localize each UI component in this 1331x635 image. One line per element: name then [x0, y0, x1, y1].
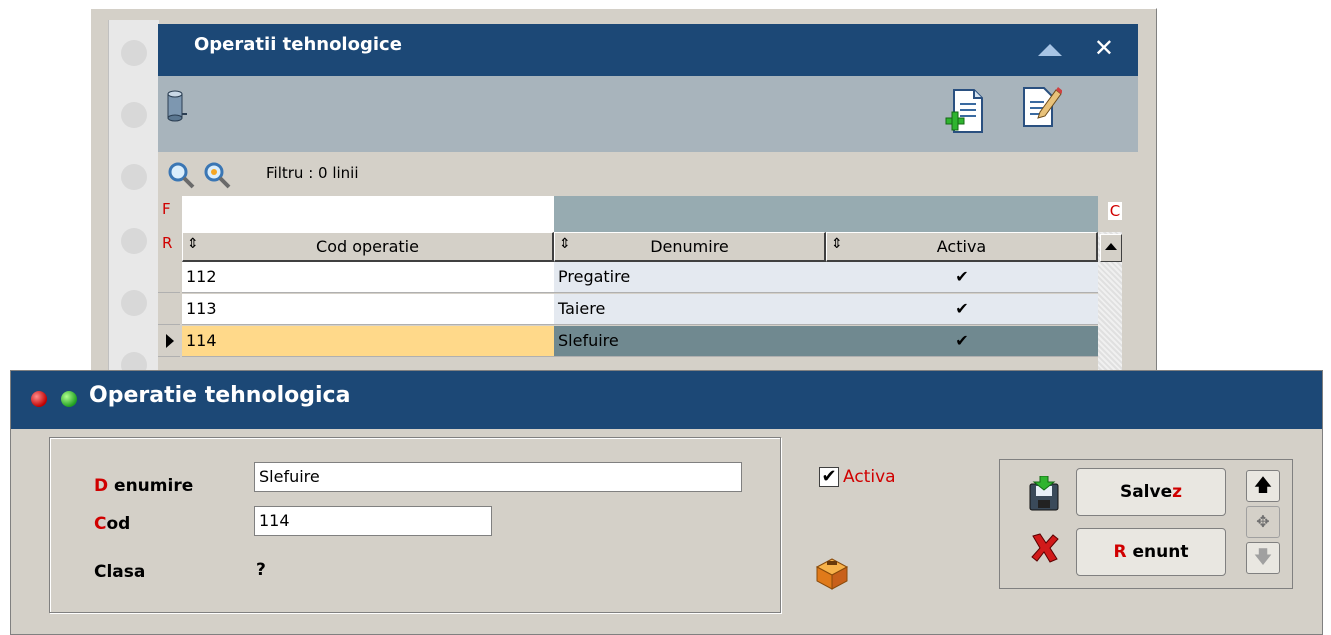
activa-label[interactable]: Activa [843, 467, 896, 487]
filter-status: Filtru : 0 linii [266, 164, 359, 182]
save-button[interactable]: Salvez [1076, 468, 1226, 516]
header-row-marker: R [162, 234, 173, 252]
edit-document-icon[interactable] [1020, 84, 1062, 128]
row-selector-current[interactable] [158, 326, 180, 357]
edit-dialog: Operatie tehnologica D enumire Slefuire … [10, 370, 1323, 635]
hotkey-letter: D [94, 476, 109, 496]
toolbox-icon[interactable] [813, 555, 851, 591]
toolbar [158, 76, 1138, 152]
window-titlebar[interactable]: Operatii tehnologice ✕ [158, 24, 1138, 76]
label-text: enumire [114, 476, 194, 496]
navigation-strip [108, 20, 159, 380]
cod-label: Cod [94, 514, 130, 534]
hotkey-letter: z [1172, 482, 1183, 502]
button-label: enunt [1132, 542, 1189, 562]
scroll-up-button[interactable] [1100, 234, 1122, 262]
dialog-title: Operatie tehnologica [89, 383, 351, 408]
hotkey-letter: R [1113, 542, 1127, 562]
columns-marker[interactable]: C [1108, 202, 1122, 220]
column-filter-cell[interactable] [826, 196, 1098, 232]
cell-activa[interactable]: ✔ [826, 262, 1098, 293]
filter-bar: Filtru : 0 linii [158, 152, 1138, 196]
save-icon [1029, 476, 1059, 511]
clasa-lookup[interactable]: ? [256, 560, 266, 580]
move-up-button[interactable]: 🡅 [1246, 470, 1280, 502]
column-filter-cell[interactable] [554, 196, 826, 232]
nav-circle-button[interactable] [121, 228, 147, 254]
cell-denumire[interactable]: Pregatire [554, 262, 826, 293]
button-label: Salve [1119, 482, 1173, 502]
column-filter-input[interactable] [182, 196, 554, 232]
arrow-up-icon [1105, 243, 1117, 250]
move-button[interactable]: ✥ [1246, 506, 1280, 538]
database-icon[interactable] [166, 88, 188, 122]
search-icon[interactable] [166, 160, 196, 190]
row-selector[interactable] [158, 294, 180, 325]
activa-checkbox[interactable]: ✔ [819, 467, 839, 487]
current-row-arrow-icon [166, 334, 174, 348]
close-icon[interactable]: ✕ [1094, 34, 1114, 62]
hotkey-letter: C [94, 514, 107, 534]
cell-denumire[interactable]: Taiere [554, 294, 826, 325]
cell-cod[interactable]: 113 [182, 294, 554, 325]
denumire-input[interactable]: Slefuire [254, 462, 742, 492]
cod-input[interactable]: 114 [254, 506, 492, 536]
label-text: od [106, 514, 131, 534]
cancel-button[interactable]: R enunt [1076, 528, 1226, 576]
cancel-x-icon [1031, 533, 1059, 563]
cell-cod[interactable]: 112 [182, 262, 554, 293]
move-down-button[interactable]: 🡇 [1246, 542, 1280, 574]
cell-cod[interactable]: 114 [182, 326, 554, 357]
cell-activa[interactable]: ✔ [826, 326, 1098, 357]
column-header-label: Cod operatie [316, 237, 419, 256]
move-icon: ✥ [1256, 512, 1270, 531]
column-header-denumire[interactable]: ⇕ Denumire [554, 232, 826, 262]
action-panel: Salvez R enunt 🡅 ✥ 🡇 [999, 459, 1293, 589]
window-title: Operatii tehnologice [194, 34, 402, 55]
advanced-search-icon[interactable] [202, 160, 232, 190]
column-header-label: Activa [936, 237, 987, 256]
row-selector[interactable] [158, 262, 180, 293]
arrow-down-icon: 🡇 [1253, 547, 1273, 568]
maximize-dot-icon[interactable] [61, 391, 77, 407]
arrow-up-icon: 🡅 [1253, 475, 1273, 496]
cell-denumire[interactable]: Slefuire [554, 326, 826, 357]
nav-circle-button[interactable] [121, 40, 147, 66]
filter-row-marker: F [162, 200, 171, 218]
nav-circle-button[interactable] [121, 164, 147, 190]
column-header-activa[interactable]: ⇕ Activa [826, 232, 1098, 262]
column-header-label: Denumire [650, 237, 729, 256]
dialog-titlebar[interactable]: Operatie tehnologica [11, 371, 1322, 429]
close-dot-icon[interactable] [31, 391, 47, 407]
clasa-label: Clasa [94, 562, 146, 582]
nav-circle-button[interactable] [121, 102, 147, 128]
operations-grid: F R C ⇕ Cod operatie ⇕ Denumire ⇕ Activa… [158, 196, 1138, 380]
nav-circle-button[interactable] [121, 290, 147, 316]
cell-activa[interactable]: ✔ [826, 294, 1098, 325]
collapse-up-icon[interactable] [1038, 44, 1062, 56]
form-group: D enumire Slefuire Cod 114 Clasa ? [49, 437, 781, 613]
add-document-icon[interactable] [944, 88, 984, 138]
denumire-label: D enumire [94, 476, 193, 496]
column-header-cod[interactable]: ⇕ Cod operatie [182, 232, 554, 262]
